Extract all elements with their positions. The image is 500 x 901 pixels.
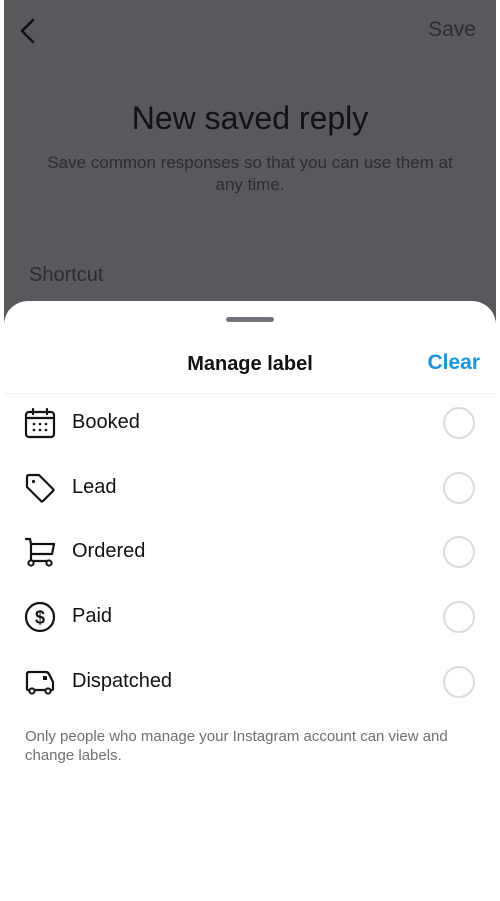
save-button[interactable]: Save (428, 18, 476, 42)
label-radio[interactable] (443, 601, 475, 633)
label-name: Booked (72, 411, 140, 433)
delivery-truck-icon (25, 670, 55, 695)
drag-handle[interactable] (226, 317, 274, 322)
label-row-paid[interactable]: $ Paid (4, 585, 496, 649)
manage-label-sheet: Manage label Clear Booked Lead Ordered $… (4, 301, 496, 901)
label-row-booked[interactable]: Booked (4, 391, 496, 455)
shopping-cart-icon (24, 537, 56, 567)
label-name: Dispatched (72, 670, 173, 692)
page-subtitle: Save common responses so that you can us… (47, 153, 453, 194)
label-name: Lead (72, 476, 117, 498)
label-radio[interactable] (443, 407, 475, 439)
label-row-dispatched[interactable]: Dispatched (4, 650, 496, 714)
svg-text:$: $ (35, 608, 45, 628)
label-row-ordered[interactable]: Ordered (4, 520, 496, 584)
sheet-title: Manage label (187, 353, 313, 375)
dimmed-background-page[interactable]: Save New saved reply Save common respons… (4, 0, 496, 330)
page-title: New saved reply (131, 100, 369, 136)
tag-icon (25, 473, 55, 503)
label-name: Paid (72, 605, 113, 627)
back-button[interactable] (16, 16, 40, 46)
label-radio[interactable] (443, 666, 475, 698)
chevron-left-icon (20, 18, 35, 44)
label-radio[interactable] (443, 472, 475, 504)
shortcut-label: Shortcut (29, 264, 104, 286)
label-name: Ordered (72, 540, 146, 562)
dollar-circle-icon: $ (24, 601, 56, 633)
label-radio[interactable] (443, 536, 475, 568)
labels-footnote: Only people who manage your Instagram ac… (25, 728, 448, 764)
label-row-lead[interactable]: Lead (4, 456, 496, 520)
calendar-icon (24, 407, 56, 439)
clear-button[interactable]: Clear (427, 351, 480, 375)
